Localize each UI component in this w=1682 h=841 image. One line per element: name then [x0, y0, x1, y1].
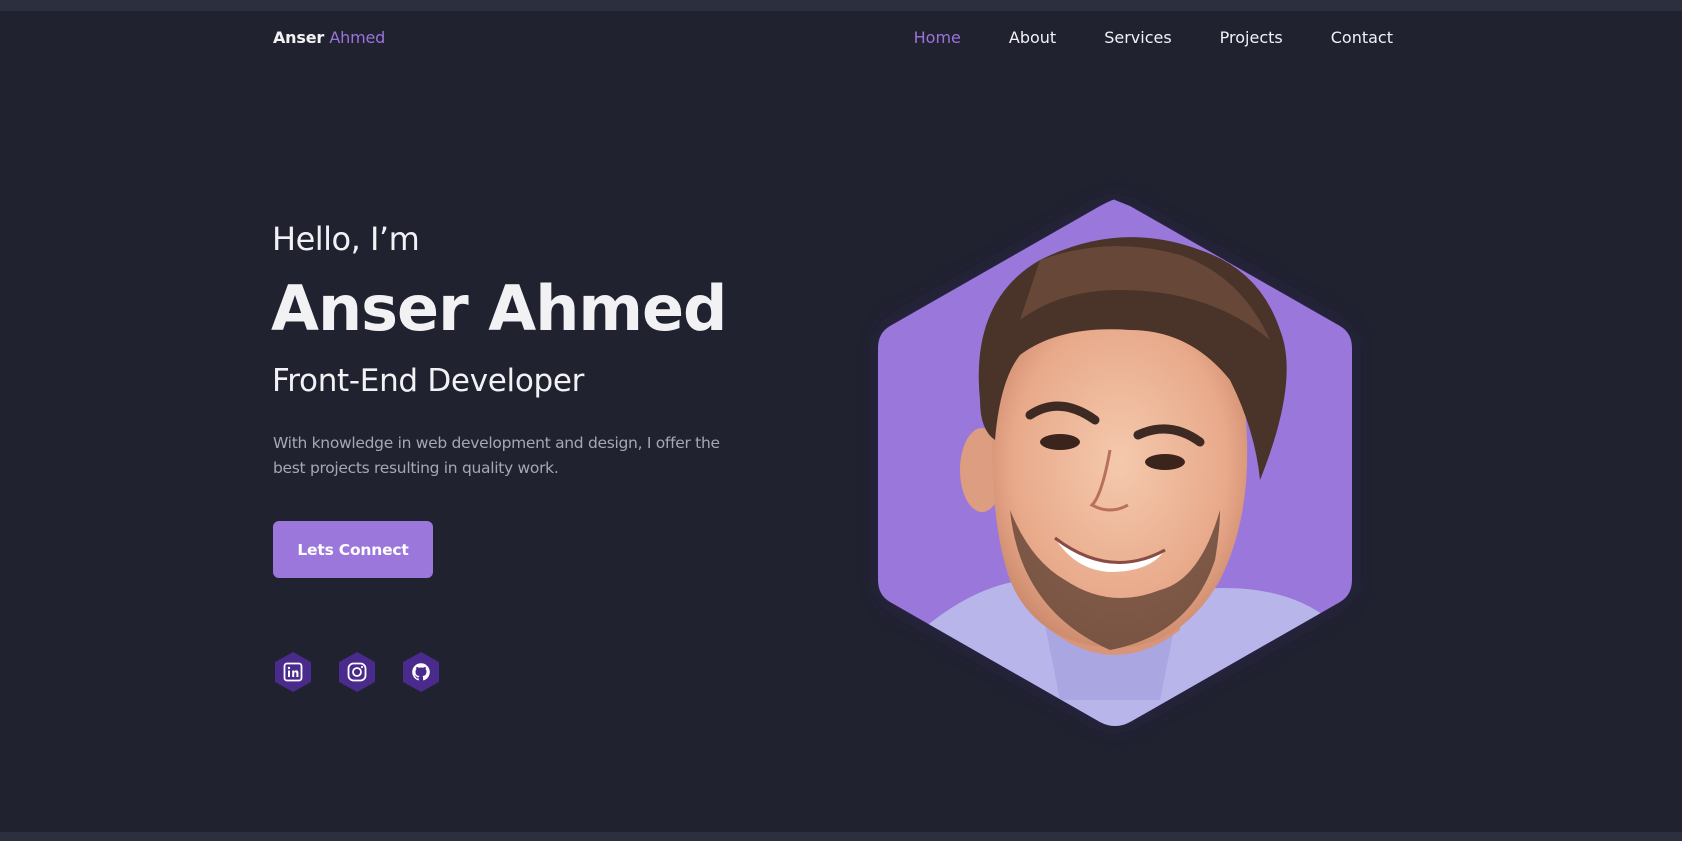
hero-greeting: Hello, I’m	[272, 220, 420, 258]
linkedin-link[interactable]	[273, 651, 313, 693]
main-nav: Home About Services Projects Contact	[914, 28, 1393, 47]
nav-about[interactable]: About	[1009, 28, 1056, 47]
logo-last-name: Ahmed	[329, 28, 386, 47]
logo[interactable]: Anser Ahmed	[273, 28, 385, 47]
profile-portrait	[878, 199, 1352, 727]
top-strip	[0, 0, 1682, 11]
lets-connect-button[interactable]: Lets Connect	[273, 521, 433, 578]
hero-role: Front-End Developer	[272, 363, 585, 399]
github-link[interactable]	[401, 651, 441, 693]
logo-first-name: Anser	[273, 28, 325, 47]
nav-contact[interactable]: Contact	[1331, 28, 1393, 47]
nav-projects[interactable]: Projects	[1220, 28, 1283, 47]
hero-name: Anser Ahmed	[271, 272, 727, 345]
bottom-strip	[0, 832, 1682, 841]
social-links	[273, 651, 441, 693]
instagram-icon	[347, 662, 367, 682]
nav-home[interactable]: Home	[914, 28, 961, 47]
github-icon	[412, 663, 430, 681]
linkedin-icon	[283, 662, 303, 682]
hero-description: With knowledge in web development and de…	[273, 434, 720, 477]
instagram-link[interactable]	[337, 651, 377, 693]
nav-services[interactable]: Services	[1104, 28, 1171, 47]
hexagon-frame	[878, 199, 1352, 727]
